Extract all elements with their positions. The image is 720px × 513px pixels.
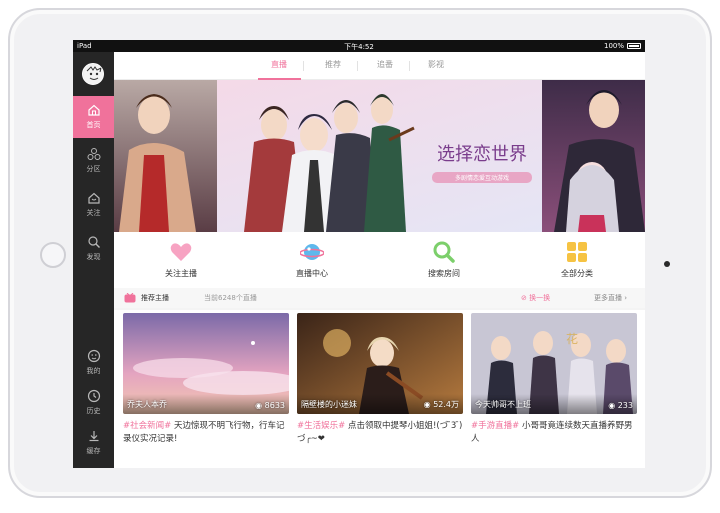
stream-description: #社会新闻# 天边惊现不明飞行物，行车记录仪实况记录! [123, 421, 285, 444]
streamer-name: 今天帅哥不上班 [475, 400, 531, 409]
shortcut-live-center[interactable]: 直播中心 [272, 240, 352, 279]
app-screen: iPad 下午4:52 100% 首页 分区 关注 发现 我的 历史 缓存 直播… [73, 40, 645, 468]
search-icon [433, 241, 455, 263]
stream-card-list: 乔夫人本乔 ◉ 8633 #社会新闻# 天边惊现不明飞行物，行车记录仪实况记录!… [114, 310, 645, 468]
battery-icon [627, 43, 641, 49]
svg-text:花: 花 [566, 331, 578, 346]
tab-anime[interactable]: 追番 [377, 59, 393, 70]
download-icon [89, 431, 98, 442]
camera-dot [664, 261, 670, 267]
shortcut-follow-streamers[interactable]: 关注主播 [141, 240, 221, 279]
grid-icon [567, 242, 587, 262]
stream-thumbnail[interactable]: 隔壁楼的小迷妹 ◉ 52.4万 [297, 313, 463, 414]
recommend-header: 推荐主播 当前6248个直播 ⊘ 换一换 更多直播 › [114, 288, 645, 308]
profile-icon [87, 349, 100, 363]
planet-icon [300, 244, 324, 260]
view-count: ◉ 8633 [255, 401, 285, 410]
stream-card[interactable]: 乔夫人本乔 ◉ 8633 #社会新闻# 天边惊现不明飞行物，行车记录仪实况记录! [123, 313, 289, 446]
discover-icon [87, 236, 100, 248]
sidebar-item-category[interactable]: 分区 [73, 140, 114, 182]
battery-percent: 100% [603, 42, 624, 50]
refresh-button[interactable]: ⊘ 换一换 [521, 293, 550, 303]
avatar[interactable] [82, 63, 104, 85]
promo-banner[interactable]: 选择恋世界 多剧情恋爱互动游戏 [114, 80, 645, 232]
follow-icon [87, 192, 100, 204]
tab-recommend[interactable]: 推荐 [325, 59, 341, 70]
heart-icon [170, 243, 192, 261]
stream-card[interactable]: 隔壁楼的小迷妹 ◉ 52.4万 #生活娱乐# 点击领取中提琴小姐姐!(づ ̄3 … [297, 313, 463, 446]
banner-artwork: 选择恋世界 多剧情恋爱互动游戏 [114, 80, 645, 232]
tab-movies[interactable]: 影视 [428, 59, 444, 70]
history-icon [87, 389, 100, 403]
home-icon [87, 104, 100, 116]
sidebar-item-discover[interactable]: 发现 [73, 228, 114, 270]
banner-title: 选择恋世界 [437, 143, 527, 165]
stream-description: #手游直播# 小哥哥竟连续数天直播养野男人 [471, 421, 633, 444]
sidebar-item-history[interactable]: 历史 [73, 382, 114, 424]
tv-icon [124, 293, 136, 303]
shortcut-search-rooms[interactable]: 搜索房间 [404, 240, 484, 279]
sidebar-item-home[interactable]: 首页 [73, 96, 114, 138]
view-count: ◉ 52.4万 [423, 400, 459, 409]
top-tabs: 直播 推荐 追番 影视 [114, 52, 645, 80]
streamer-name: 乔夫人本乔 [127, 400, 167, 409]
stream-description: #生活娱乐# 点击领取中提琴小姐姐!(づ ̄3 ̄)づ╭~❤ [297, 421, 463, 444]
streamer-name: 隔壁楼的小迷妹 [301, 400, 357, 409]
sidebar: 首页 分区 关注 发现 我的 历史 缓存 [73, 52, 114, 468]
category-icon [87, 148, 100, 160]
tab-live[interactable]: 直播 [271, 59, 287, 70]
more-live-link[interactable]: 更多直播 › [594, 293, 627, 303]
recommend-title: 推荐主播 [141, 294, 169, 302]
stream-thumbnail[interactable]: 乔夫人本乔 ◉ 8633 [123, 313, 289, 414]
sidebar-item-profile[interactable]: 我的 [73, 342, 114, 384]
status-bar: iPad 下午4:52 100% [73, 40, 645, 52]
stream-thumbnail[interactable]: 花 今天帅哥不上班 ◉ 233 [471, 313, 637, 414]
sidebar-item-download[interactable]: 缓存 [73, 422, 114, 464]
banner-subtitle: 多剧情恋爱互动游戏 [455, 174, 509, 182]
stream-card[interactable]: 花 今天帅哥不上班 ◉ 233 #手游直播# 小哥哥竟连续数天直播养野男人 [471, 313, 637, 446]
category-shortcuts: 关注主播 直播中心 搜索房间 全部分类 [114, 232, 645, 288]
home-hardware-button[interactable] [40, 242, 66, 268]
sidebar-item-follow[interactable]: 关注 [73, 184, 114, 226]
clock: 下午4:52 [344, 43, 374, 51]
live-count: 当前6248个直播 [204, 294, 257, 302]
shortcut-all-categories[interactable]: 全部分类 [537, 240, 617, 279]
view-count: ◉ 233 [608, 401, 633, 410]
